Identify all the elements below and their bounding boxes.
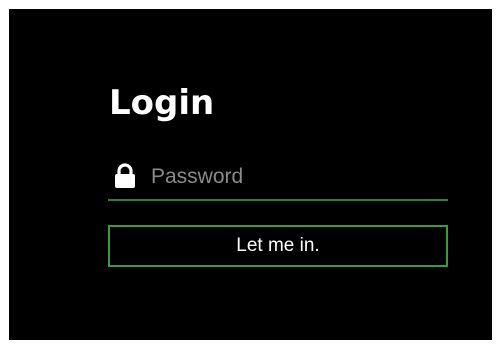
let-me-in-button[interactable]: Let me in. (108, 225, 448, 267)
login-title: Login (109, 83, 215, 123)
password-field (108, 157, 448, 201)
password-input[interactable] (151, 163, 441, 191)
login-screen: Login Let me in. (9, 9, 492, 340)
lock-icon (114, 163, 136, 189)
